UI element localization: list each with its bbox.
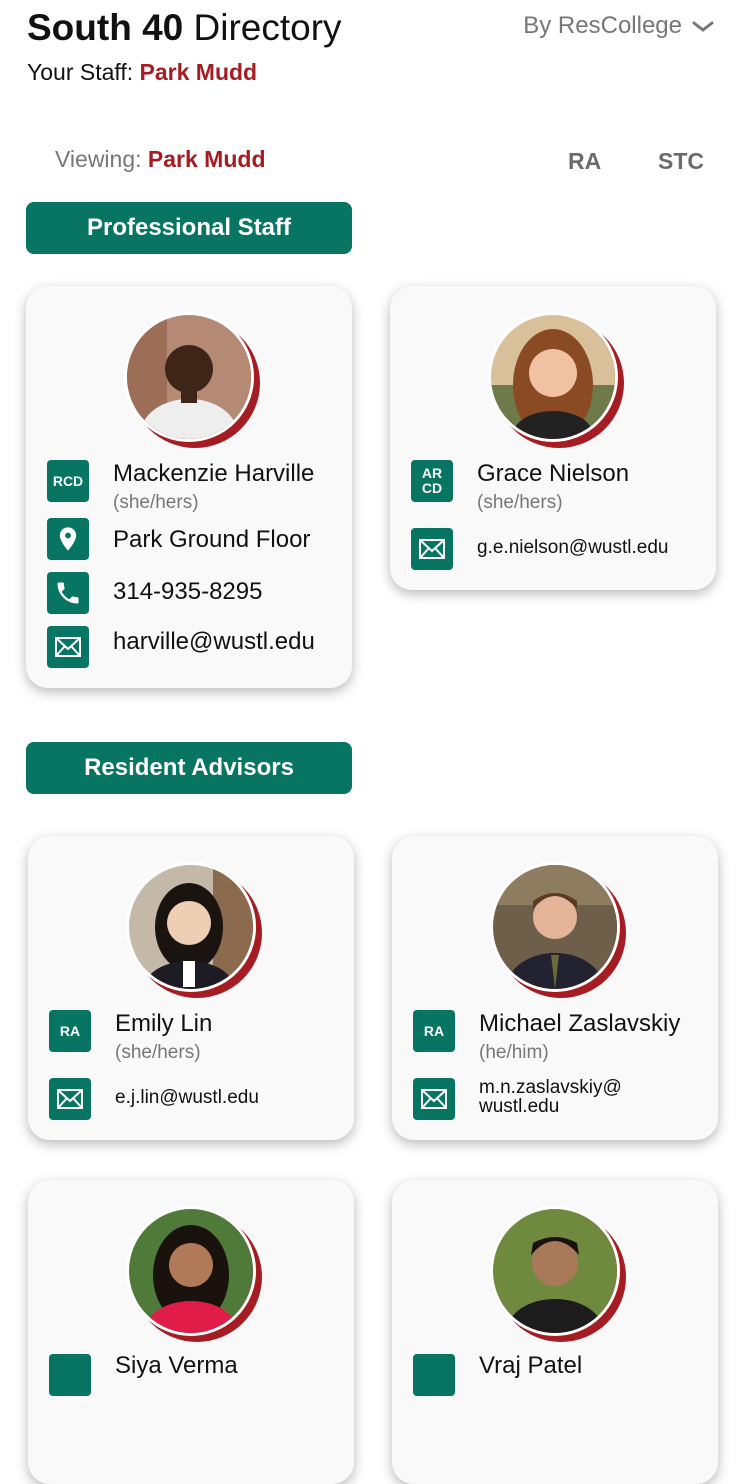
role-badge: RA <box>413 1010 455 1052</box>
ra-email[interactable]: e.j.lin@wustl.edu <box>115 1088 259 1107</box>
location-pin-icon <box>47 518 89 560</box>
staff-phone[interactable]: 314-935-8295 <box>113 578 262 606</box>
resident-advisors-header: Resident Advisors <box>26 742 352 794</box>
role-badge <box>413 1354 455 1396</box>
chevron-down-icon <box>692 21 714 32</box>
ra-pronouns: (he/him) <box>479 1042 549 1063</box>
ra-card[interactable]: RA Emily Lin (she/hers) e.j.lin@wustl.ed… <box>28 836 354 1140</box>
role-badge: AR CD <box>411 460 453 502</box>
staff-email[interactable]: g.e.nielson@wustl.edu <box>477 538 668 557</box>
avatar <box>490 1206 626 1342</box>
staff-card[interactable]: RCD Mackenzie Harville (she/hers) Park G… <box>26 286 352 688</box>
staff-name: Mackenzie Harville <box>113 460 315 487</box>
avatar <box>490 862 626 998</box>
ra-name: Michael Zaslavskiy <box>479 1010 681 1037</box>
mail-icon <box>47 626 89 668</box>
avatar <box>126 1206 262 1342</box>
ra-card[interactable]: Siya Verma <box>28 1180 354 1484</box>
group-by-label: By ResCollege <box>523 12 682 39</box>
role-badge: RCD <box>47 460 89 502</box>
ra-name: Siya Verma <box>115 1352 238 1379</box>
ra-card[interactable]: Vraj Patel <box>392 1180 718 1484</box>
ra-name: Emily Lin <box>115 1010 213 1037</box>
mail-icon <box>49 1078 91 1120</box>
avatar <box>488 312 624 448</box>
mail-icon <box>413 1078 455 1120</box>
role-badge <box>49 1354 91 1396</box>
ra-pronouns: (she/hers) <box>115 1042 201 1063</box>
role-badge: RA <box>49 1010 91 1052</box>
page-title: South 40 Directory <box>27 7 342 48</box>
staff-location: Park Ground Floor <box>113 526 311 553</box>
viewing-indicator: Viewing: Park Mudd <box>55 146 266 172</box>
staff-card[interactable]: AR CD Grace Nielson (she/hers) g.e.nielso… <box>390 286 716 590</box>
professional-staff-header: Professional Staff <box>26 202 352 254</box>
staff-email[interactable]: harville@wustl.edu <box>113 628 315 656</box>
staff-name: Grace Nielson <box>477 460 630 487</box>
phone-icon <box>47 572 89 614</box>
group-by-dropdown[interactable]: By ResCollege <box>523 12 714 40</box>
tab-stc[interactable]: STC <box>658 148 704 175</box>
ra-name: Vraj Patel <box>479 1352 583 1379</box>
your-staff-value[interactable]: Park Mudd <box>140 59 258 85</box>
ra-email[interactable]: m.n.zaslavskiy@ wustl.edu <box>479 1078 622 1116</box>
avatar <box>124 312 260 448</box>
ra-card[interactable]: RA Michael Zaslavskiy (he/him) m.n.zasla… <box>392 836 718 1140</box>
avatar <box>126 862 262 998</box>
staff-pronouns: (she/hers) <box>477 492 563 513</box>
staff-pronouns: (she/hers) <box>113 492 199 513</box>
mail-icon <box>411 528 453 570</box>
your-staff: Your Staff: Park Mudd <box>27 59 258 85</box>
tab-ra[interactable]: RA <box>568 148 601 175</box>
